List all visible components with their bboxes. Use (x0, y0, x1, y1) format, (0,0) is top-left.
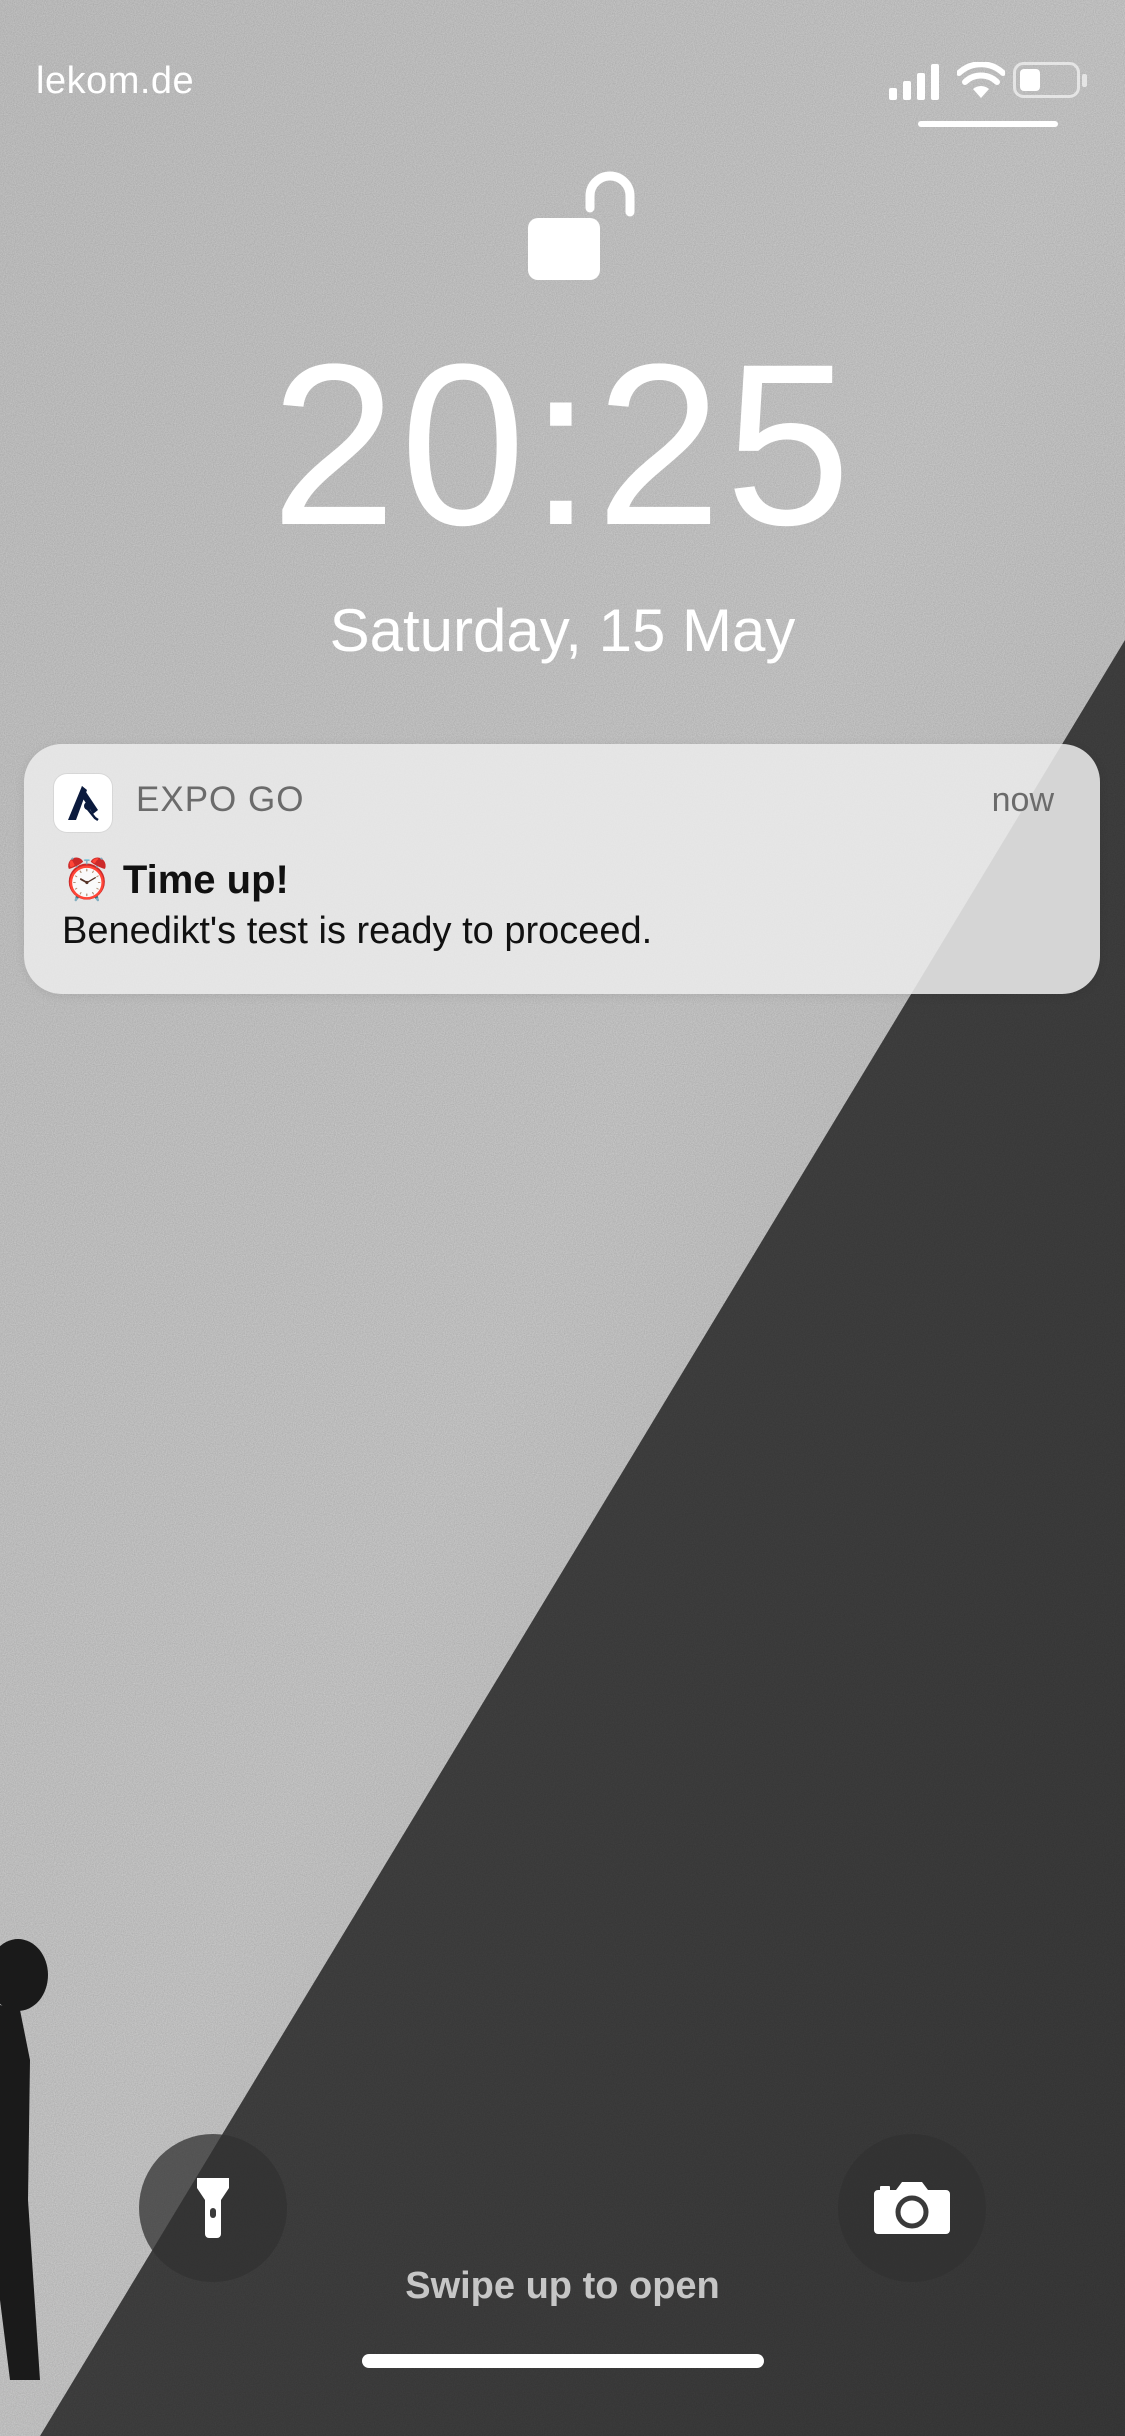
cellular-signal-icon (889, 64, 939, 100)
notification-timestamp: now (991, 781, 1054, 819)
control-center-indicator[interactable] (918, 121, 1058, 127)
clock-time: 20:25 (270, 316, 855, 573)
notification-title: ⏰ Time up! (62, 858, 289, 902)
camera-button[interactable] (838, 2134, 986, 2282)
clock-date: Saturday, 15 May (329, 597, 796, 664)
flashlight-button[interactable] (139, 2134, 287, 2282)
status-icons[interactable] (889, 58, 1089, 108)
camera-icon (874, 2182, 950, 2234)
expo-go-app-icon (54, 774, 112, 832)
unlocked-padlock-icon (528, 171, 635, 280)
notification-card[interactable]: EXPO GO now ⏰ Time up! Benedikt's test i… (24, 744, 1100, 994)
wifi-icon (957, 62, 1005, 98)
notification-app-name: EXPO GO (136, 780, 305, 819)
swipe-up-hint: Swipe up to open (405, 2265, 720, 2307)
lock-screen: lekom.de 20:25 Saturday, 15 May EXPO GO … (0, 0, 1125, 2436)
home-indicator[interactable] (362, 2354, 764, 2368)
flashlight-icon (197, 2178, 229, 2238)
battery-icon (1013, 62, 1087, 98)
carrier-label: lekom.de (36, 60, 195, 102)
notification-body: Benedikt's test is ready to proceed. (62, 910, 653, 952)
